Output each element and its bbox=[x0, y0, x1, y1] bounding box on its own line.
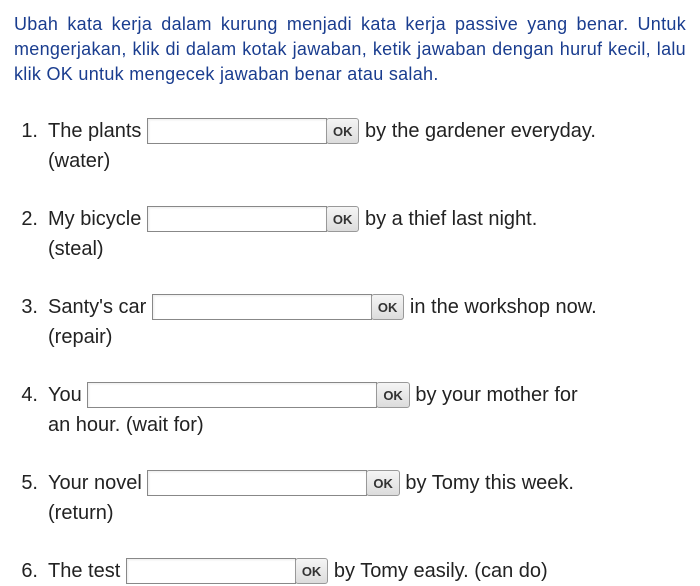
ok-button[interactable]: OK bbox=[371, 294, 405, 320]
question-item: 2. My bicycle OK by a thief last night. … bbox=[14, 204, 686, 264]
question-number: 4. bbox=[14, 380, 38, 410]
question-text-before: Your novel bbox=[48, 472, 147, 494]
answer-input[interactable] bbox=[152, 294, 372, 320]
question-body: Your novel OK by Tomy this week. (return… bbox=[48, 468, 686, 528]
question-body: Santy's car OK in the workshop now. (rep… bbox=[48, 292, 686, 352]
question-hint: (water) bbox=[48, 146, 686, 176]
question-text-after: in the workshop now. bbox=[404, 296, 596, 318]
answer-input[interactable] bbox=[126, 558, 296, 584]
question-number: 2. bbox=[14, 204, 38, 234]
question-text-after: by your mother for bbox=[410, 384, 578, 406]
question-text-before: The test bbox=[48, 560, 126, 582]
question-item: 1. The plants OK by the gardener everyda… bbox=[14, 116, 686, 176]
question-text-before: The plants bbox=[48, 120, 147, 142]
ok-button[interactable]: OK bbox=[376, 382, 410, 408]
ok-button[interactable]: OK bbox=[326, 118, 360, 144]
answer-input[interactable] bbox=[87, 382, 377, 408]
question-item: 3. Santy's car OK in the workshop now. (… bbox=[14, 292, 686, 352]
question-text-after: by Tomy this week. bbox=[400, 472, 574, 494]
question-item: 4. You OK by your mother for an hour. (w… bbox=[14, 380, 686, 440]
question-hint: (return) bbox=[48, 498, 686, 528]
question-number: 6. bbox=[14, 556, 38, 586]
ok-button[interactable]: OK bbox=[295, 558, 329, 584]
question-text-after: by Tomy easily. (can do) bbox=[328, 560, 547, 582]
question-hint: (repair) bbox=[48, 322, 686, 352]
question-body: You OK by your mother for an hour. (wait… bbox=[48, 380, 686, 440]
question-number: 5. bbox=[14, 468, 38, 498]
questions-list: 1. The plants OK by the gardener everyda… bbox=[14, 116, 686, 586]
question-number: 1. bbox=[14, 116, 38, 146]
question-body: My bicycle OK by a thief last night. (st… bbox=[48, 204, 686, 264]
question-hint: an hour. (wait for) bbox=[48, 410, 686, 440]
question-item: 6. The test OK by Tomy easily. (can do) bbox=[14, 556, 686, 586]
answer-input[interactable] bbox=[147, 206, 327, 232]
question-text-before: You bbox=[48, 384, 87, 406]
answer-input[interactable] bbox=[147, 470, 367, 496]
question-number: 3. bbox=[14, 292, 38, 322]
question-text-before: Santy's car bbox=[48, 296, 152, 318]
ok-button[interactable]: OK bbox=[366, 470, 400, 496]
answer-input[interactable] bbox=[147, 118, 327, 144]
question-body: The plants OK by the gardener everyday. … bbox=[48, 116, 686, 176]
question-text-before: My bicycle bbox=[48, 208, 147, 230]
ok-button[interactable]: OK bbox=[326, 206, 360, 232]
question-item: 5. Your novel OK by Tomy this week. (ret… bbox=[14, 468, 686, 528]
question-body: The test OK by Tomy easily. (can do) bbox=[48, 556, 686, 586]
instructions-text: Ubah kata kerja dalam kurung menjadi kat… bbox=[14, 12, 686, 88]
question-hint: (steal) bbox=[48, 234, 686, 264]
question-text-after: by a thief last night. bbox=[359, 208, 537, 230]
question-text-after: by the gardener everyday. bbox=[359, 120, 595, 142]
